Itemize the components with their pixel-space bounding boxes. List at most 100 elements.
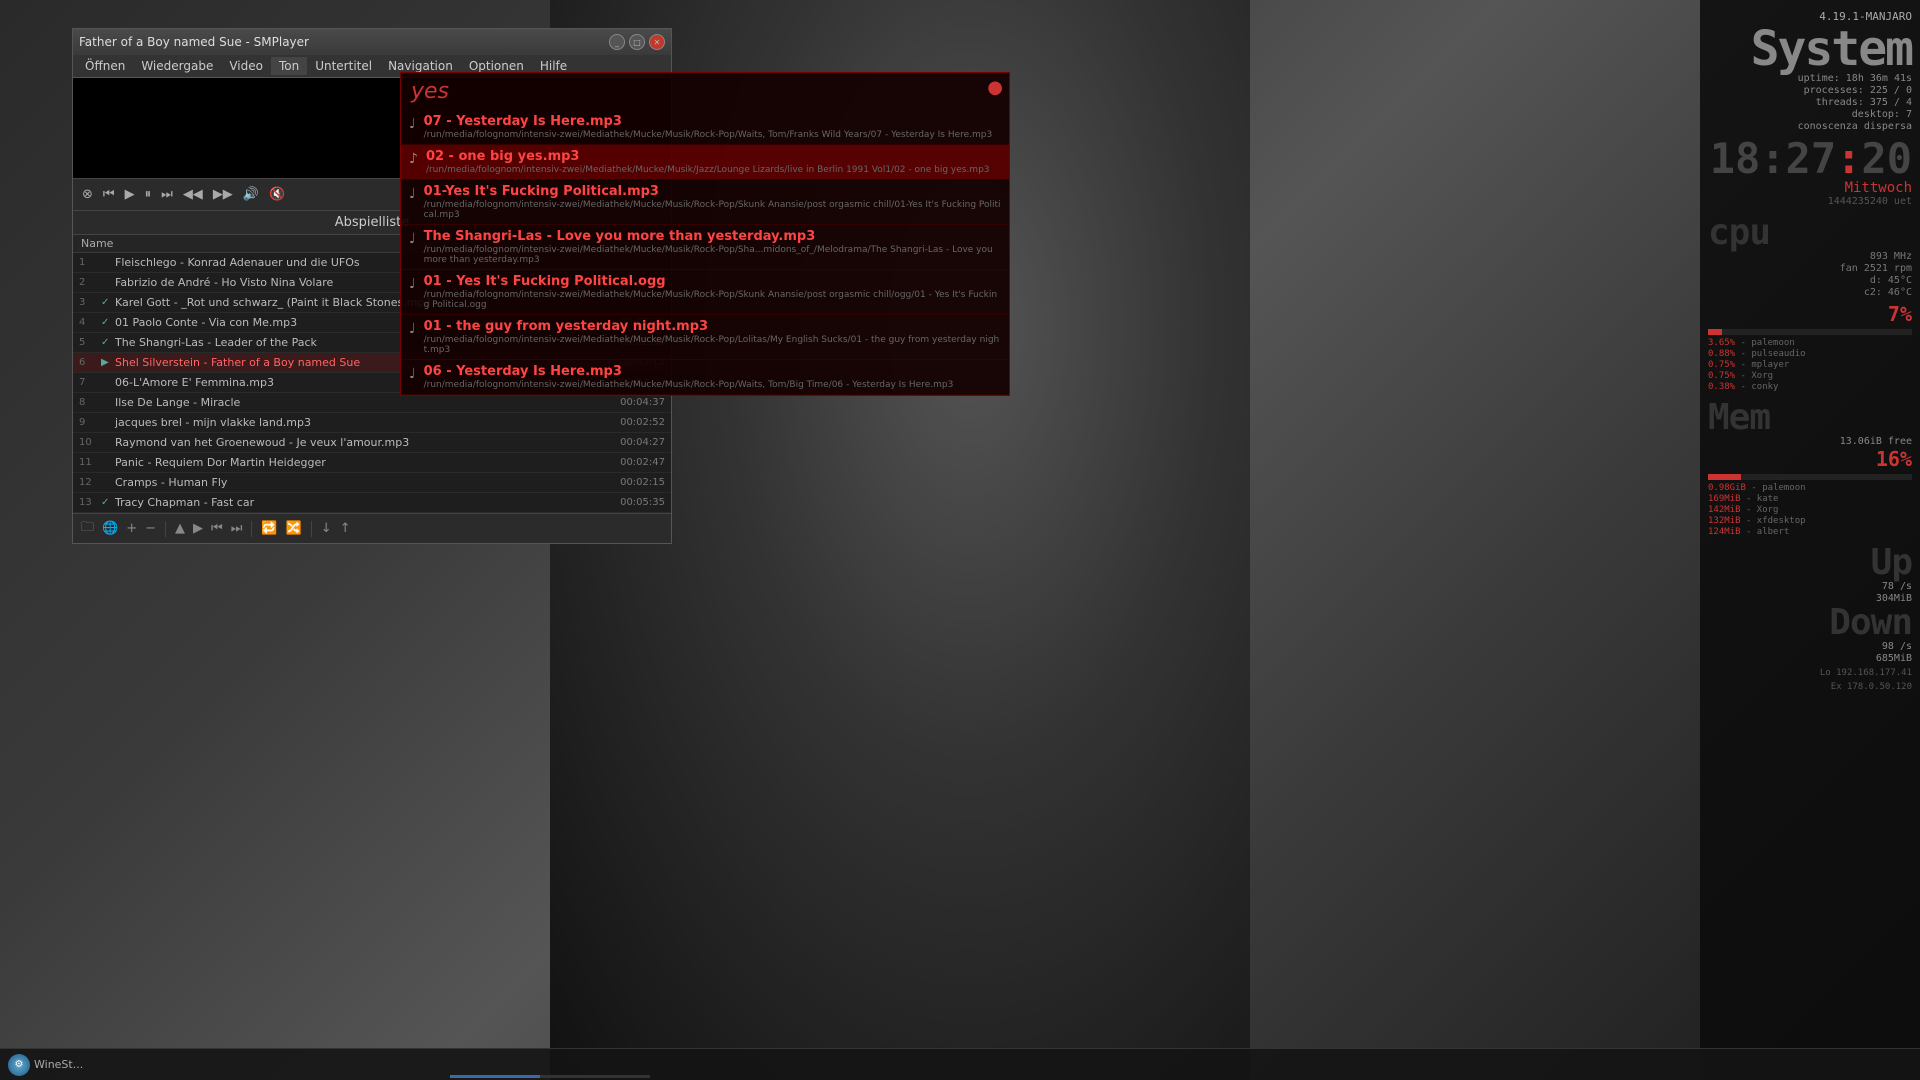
mem-proc-name: - xfdesktop bbox=[1746, 516, 1806, 526]
menu-wiedergabe[interactable]: Wiedergabe bbox=[133, 57, 221, 75]
sysmon-panel: 4.19.1-MANJARO System uptime: 18h 36m 41… bbox=[1700, 0, 1920, 1080]
cpu-proc-item: 0.38% - conky bbox=[1708, 382, 1912, 392]
item-name: jacques brel - mijn vlakke land.mp3 bbox=[115, 416, 612, 429]
mem-proc-item: 124MiB - albert bbox=[1708, 527, 1912, 537]
cpu-temp2: c2: 46°C bbox=[1708, 287, 1912, 298]
skip-prev-btn[interactable]: ⏮ bbox=[209, 519, 225, 538]
item-name: Raymond van het Groenewoud - Je veux l'a… bbox=[115, 436, 612, 449]
search-result-title: 07 - Yesterday Is Here.mp3 bbox=[424, 114, 993, 129]
search-dropdown: ● yes ♩ 07 - Yesterday Is Here.mp3 /run/… bbox=[400, 72, 1010, 396]
playlist-item[interactable]: 11 Panic - Requiem Dor Martin Heidegger … bbox=[73, 453, 671, 473]
sysmon-processes: processes: 225 / 0 bbox=[1708, 85, 1912, 96]
cpu-proc-pct: 0.88% bbox=[1708, 349, 1735, 359]
playlist-item[interactable]: 12 Cramps - Human Fly 00:02:15 bbox=[73, 473, 671, 493]
move-down-btn[interactable]: ↓ bbox=[319, 519, 334, 538]
item-check: ▶ bbox=[101, 357, 115, 368]
taskbar-steam[interactable]: ⚙ WineSt... bbox=[0, 1054, 91, 1076]
item-check: ✓ bbox=[101, 317, 115, 328]
sysmon-cpu-section: cpu 893 MHz fan 2521 rpm d: 45°C c2: 46°… bbox=[1708, 215, 1912, 392]
repeat-btn[interactable]: 🔁 bbox=[259, 519, 279, 538]
item-num: 8 bbox=[79, 397, 101, 408]
taskbar-progress-bar bbox=[450, 1075, 540, 1078]
search-result-item[interactable]: ♩ 06 - Yesterday Is Here.mp3 /run/media/… bbox=[401, 360, 1009, 395]
item-duration: 00:04:27 bbox=[620, 437, 665, 448]
remove-btn[interactable]: − bbox=[143, 519, 158, 538]
mem-pct: 16% bbox=[1708, 447, 1912, 471]
col-name: Name bbox=[81, 237, 113, 250]
ex-ip: Ex 178.0.50.120 bbox=[1708, 682, 1912, 692]
close-button[interactable]: ✕ bbox=[649, 34, 665, 50]
play-button[interactable]: ▶ bbox=[122, 185, 138, 204]
mem-proc-item: 142MiB - Xorg bbox=[1708, 505, 1912, 515]
shuffle-btn[interactable]: 🔀 bbox=[284, 519, 304, 538]
sysmon-uptime: uptime: 18h 36m 41s bbox=[1708, 73, 1912, 84]
separator bbox=[165, 521, 166, 537]
item-num: 2 bbox=[79, 277, 101, 288]
search-result-title: 01 - the guy from yesterday night.mp3 bbox=[424, 319, 1001, 334]
mem-proc-item: 132MiB - xfdesktop bbox=[1708, 516, 1912, 526]
pause-button[interactable]: ⏸ bbox=[142, 185, 155, 204]
search-result-item[interactable]: ♪ 02 - one big yes.mp3 /run/media/fologn… bbox=[401, 145, 1009, 180]
search-result-item[interactable]: ♩ 07 - Yesterday Is Here.mp3 /run/media/… bbox=[401, 110, 1009, 145]
mem-proc-item: 169MiB - kate bbox=[1708, 494, 1912, 504]
search-result-icon: ♩ bbox=[409, 231, 416, 247]
cpu-proc-item: 0.75% - Xorg bbox=[1708, 371, 1912, 381]
search-result-content: 06 - Yesterday Is Here.mp3 /run/media/fo… bbox=[424, 364, 954, 390]
minimize-button[interactable]: _ bbox=[609, 34, 625, 50]
move-up-btn[interactable]: ▲ bbox=[173, 519, 187, 538]
cpu-proc-pct: 3.65% bbox=[1708, 338, 1735, 348]
save-btn[interactable]: ↑ bbox=[338, 519, 353, 538]
mem-proc-list: 0.98GiB - palemoon169MiB - kate142MiB - … bbox=[1708, 483, 1912, 537]
playlist-item[interactable]: 13 ✓ Tracy Chapman - Fast car 00:05:35 bbox=[73, 493, 671, 513]
prev-button[interactable]: ⏮ bbox=[100, 185, 118, 204]
cpu-proc-name: - pulseaudio bbox=[1741, 349, 1806, 359]
playlist-item[interactable]: 10 Raymond van het Groenewoud - Je veux … bbox=[73, 433, 671, 453]
search-result-item[interactable]: ♩ 01 - the guy from yesterday night.mp3 … bbox=[401, 315, 1009, 360]
cpu-proc-name: - palemoon bbox=[1741, 338, 1795, 348]
search-result-path: /run/media/folognom/intensiv-zwei/Mediat… bbox=[424, 245, 1001, 265]
search-result-item[interactable]: ♩ The Shangri-Las - Love you more than y… bbox=[401, 225, 1009, 270]
forward-button[interactable]: ▶▶ bbox=[210, 185, 236, 204]
sysmon-threads: threads: 375 / 4 bbox=[1708, 97, 1912, 108]
menu-video[interactable]: Video bbox=[221, 57, 271, 75]
playlist-item[interactable]: 8 Ilse De Lange - Miracle 00:04:37 bbox=[73, 393, 671, 413]
item-check: ✓ bbox=[101, 297, 115, 308]
sysmon-stats: uptime: 18h 36m 41s processes: 225 / 0 t… bbox=[1708, 73, 1912, 132]
search-result-title: The Shangri-Las - Love you more than yes… bbox=[424, 229, 1001, 244]
search-result-content: 01 - Yes It's Fucking Political.ogg /run… bbox=[424, 274, 1001, 310]
menu-untertitel[interactable]: Untertitel bbox=[307, 57, 380, 75]
stop-button[interactable]: ⊗ bbox=[79, 185, 96, 204]
search-result-item[interactable]: ♩ 01 - Yes It's Fucking Political.ogg /r… bbox=[401, 270, 1009, 315]
menu-ton[interactable]: Ton bbox=[271, 57, 307, 75]
rewind-button[interactable]: ◀◀ bbox=[180, 185, 206, 204]
add-folder-btn[interactable]: + bbox=[124, 519, 139, 538]
mem-bar-container bbox=[1708, 474, 1912, 480]
cpu-temp1: d: 45°C bbox=[1708, 275, 1912, 286]
item-num: 9 bbox=[79, 417, 101, 428]
item-num: 5 bbox=[79, 337, 101, 348]
volume-button[interactable]: 🔊 bbox=[240, 185, 262, 204]
separator2 bbox=[251, 521, 252, 537]
menu-offnen[interactable]: Öffnen bbox=[77, 57, 133, 75]
skip-next-btn[interactable]: ⏭ bbox=[229, 519, 245, 538]
next-button[interactable]: ⏭ bbox=[158, 185, 176, 204]
sysmon-time-block: 18:27:20 Mittwoch 1444235240 uet bbox=[1708, 138, 1912, 207]
mem-proc-pct: 169MiB bbox=[1708, 494, 1741, 504]
taskbar-progress bbox=[450, 1075, 650, 1078]
window-title: Father of a Boy named Sue - SMPlayer bbox=[79, 35, 309, 49]
cpu-proc-pct: 0.75% bbox=[1708, 360, 1735, 370]
search-result-item[interactable]: ♩ 01-Yes It's Fucking Political.mp3 /run… bbox=[401, 180, 1009, 225]
search-query: yes bbox=[401, 73, 1009, 110]
add-file-btn[interactable]: 🗀 bbox=[79, 516, 96, 542]
taskbar: ⚙ WineSt... bbox=[0, 1048, 1920, 1080]
playlist-item[interactable]: 9 jacques brel - mijn vlakke land.mp3 00… bbox=[73, 413, 671, 433]
play-btn[interactable]: ▶ bbox=[191, 519, 205, 538]
add-url-btn[interactable]: 🌐 bbox=[100, 519, 120, 538]
down-total: 685MiB bbox=[1708, 653, 1912, 664]
item-name: Panic - Requiem Dor Martin Heidegger bbox=[115, 456, 612, 469]
mute-button[interactable]: 🔇 bbox=[266, 185, 288, 204]
search-close-btn[interactable]: ● bbox=[987, 77, 1003, 98]
search-result-path: /run/media/folognom/intensiv-zwei/Mediat… bbox=[424, 200, 1001, 220]
separator3 bbox=[311, 521, 312, 537]
maximize-button[interactable]: □ bbox=[629, 34, 645, 50]
